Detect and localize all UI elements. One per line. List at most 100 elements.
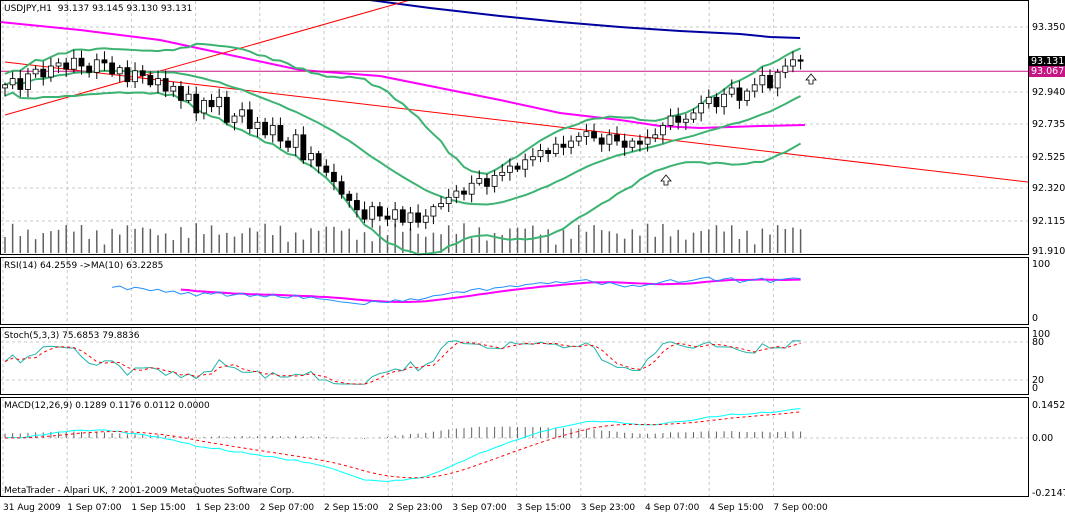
candle-bear <box>323 165 330 173</box>
candle-bear <box>223 96 230 123</box>
candle-bull <box>782 65 789 73</box>
candle-bull <box>445 196 452 204</box>
candles <box>2 49 804 231</box>
candle-bull <box>392 209 399 220</box>
price-tick-label: 93.350 <box>1032 22 1065 33</box>
candle-bear <box>591 131 597 139</box>
candle-bull <box>652 134 659 139</box>
rsi-tick-label: 100 <box>1032 259 1051 270</box>
candle-bear <box>124 67 131 83</box>
candle-bull <box>744 90 750 101</box>
candle-bear <box>675 115 682 123</box>
candle-bull <box>499 171 506 176</box>
time-tick-label: 7 Sep 00:00 <box>773 503 828 513</box>
candle-bull <box>430 206 437 217</box>
time-tick-label: 1 Sep 23:00 <box>195 503 250 513</box>
candle-bear <box>353 200 360 211</box>
candle-bull <box>70 57 77 70</box>
candle-bull <box>216 96 223 108</box>
time-tick-label: 3 Sep 15:00 <box>516 503 571 513</box>
price-tick-label: 92.320 <box>1032 183 1065 194</box>
candle-bear <box>338 181 345 195</box>
candle-bull <box>254 121 261 129</box>
rsi-tick-label: 0 <box>1032 313 1039 324</box>
candle-bear <box>208 100 215 108</box>
candle-bull <box>568 140 574 148</box>
candle-bear <box>101 59 108 64</box>
candle-bull <box>705 96 712 104</box>
macd-tick-label: -0.2147 <box>1032 488 1065 499</box>
bollinger-middle <box>4 69 802 206</box>
copyright-text: MetaTrader - Alpari UK, ? 2001-2009 Meta… <box>4 486 295 496</box>
candle-bull <box>575 135 582 142</box>
candle-bull <box>522 159 529 170</box>
rsi-label: RSI(14) 64.2559 ->MA(10) 63.2285 <box>4 261 164 271</box>
price-tick-label: 92.735 <box>1032 119 1065 130</box>
macd-label: MACD(12,26,9) 0.1289 0.1176 0.0112 0.000… <box>4 401 210 411</box>
rsi-line <box>112 276 801 306</box>
candle-bull <box>606 134 613 145</box>
stoch-tick-label: 80 <box>1032 337 1045 348</box>
candle-bear <box>246 109 253 129</box>
chart-canvas[interactable] <box>0 0 1065 517</box>
candle-bull <box>660 125 666 136</box>
candle-bull <box>48 65 54 78</box>
candle-bear <box>415 212 422 223</box>
candle-bull <box>506 165 513 173</box>
bollinger-lower <box>4 91 802 256</box>
candle-bull <box>407 212 414 223</box>
candle-bear <box>346 193 353 201</box>
candle-bear <box>162 78 169 92</box>
candle-bear <box>109 62 115 75</box>
candle-bull <box>468 182 475 195</box>
candle-bull <box>231 115 238 123</box>
candle-bear <box>139 70 146 76</box>
time-tick-label: 2 Sep 15:00 <box>324 503 379 513</box>
magenta-moving-average <box>0 21 806 130</box>
candle-bull <box>552 143 559 154</box>
candle-bull <box>751 84 758 92</box>
candle-bull <box>93 59 100 73</box>
candle-bear <box>614 134 620 142</box>
candle-bull <box>698 103 705 114</box>
open-value: 93.137 <box>57 4 90 14</box>
stoch-tick-label: 0 <box>1032 383 1039 394</box>
candle-bull <box>292 134 299 148</box>
rsi-ma-line <box>180 278 801 304</box>
time-tick-label: 3 Sep 23:00 <box>580 503 636 513</box>
candle-bear <box>147 75 154 86</box>
macd-tick-label: 0.1452 <box>1032 400 1065 411</box>
candle-bull <box>369 206 376 220</box>
candle-bull <box>629 140 636 148</box>
candle-bear <box>767 75 773 89</box>
candle-bull <box>422 215 429 223</box>
candle-bull <box>2 84 8 89</box>
candle-bull <box>583 131 590 137</box>
candle-bear <box>331 171 337 183</box>
candle-bear <box>63 62 70 70</box>
candle-bear <box>40 68 47 78</box>
price-tick-label: 92.525 <box>1032 152 1065 163</box>
candle-bear <box>376 206 383 217</box>
candle-bear <box>484 178 490 187</box>
rsi-lines <box>112 276 801 306</box>
stoch-signal-line <box>4 341 801 385</box>
candle-bear <box>86 65 93 73</box>
candle-bear <box>399 209 406 223</box>
candle-bull <box>537 150 544 158</box>
candle-bull <box>269 125 276 136</box>
candle-bull <box>644 137 651 145</box>
time-tick-label: 2 Sep 07:00 <box>259 503 315 513</box>
trendline-rising <box>4 0 411 116</box>
candle-bear <box>598 137 605 145</box>
candle-bull <box>453 190 460 198</box>
candle-bear <box>277 125 284 142</box>
candle-bull <box>721 93 727 108</box>
candle-bear <box>78 57 85 67</box>
candle-bull <box>25 73 31 90</box>
candle-bull <box>32 68 39 75</box>
candle-bull <box>728 87 735 95</box>
time-tick-label: 1 Sep 15:00 <box>131 503 186 513</box>
grid <box>0 1 1028 496</box>
symbol-header: USDJPY,H1 93.137 93.145 93.130 93.131 <box>4 4 192 14</box>
